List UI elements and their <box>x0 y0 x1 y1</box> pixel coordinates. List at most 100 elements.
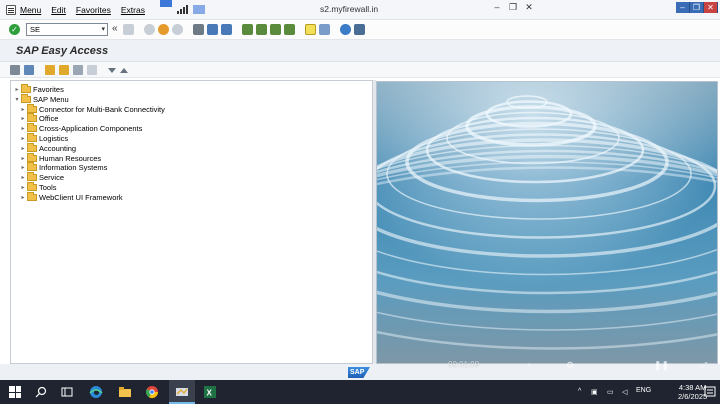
cancel-icon[interactable] <box>172 24 183 35</box>
windows-start-icon[interactable] <box>9 386 21 398</box>
status-bar: SAP <box>0 364 720 380</box>
folder-icon <box>27 123 37 133</box>
folder-icon <box>27 142 37 152</box>
tree-node[interactable]: ▸ WebClient UI Framework <box>19 191 123 202</box>
tree-node[interactable]: ▸ Tools <box>19 181 57 192</box>
tree-node[interactable]: ▸ Office <box>19 113 59 124</box>
standard-toolbar: ✓ SE « <box>0 20 720 40</box>
close-button[interactable]: ✕ <box>522 2 536 13</box>
previous-page-icon[interactable] <box>256 24 267 35</box>
expand-icon[interactable]: ▸ <box>13 86 21 93</box>
tree-node-label: Tools <box>39 182 57 192</box>
video-fullscreen-icon[interactable]: ⤢ <box>700 360 707 371</box>
language-indicator[interactable]: ENG <box>636 387 651 394</box>
first-page-icon[interactable] <box>242 24 253 35</box>
menu-bar: Menu Edit Favorites Extras <box>20 5 145 15</box>
easy-access-background-image <box>376 81 718 364</box>
move-up-icon[interactable] <box>120 67 128 73</box>
remote-minimize-button[interactable]: – <box>676 2 690 13</box>
tree-node-favorites[interactable]: ▸ Favorites <box>13 83 64 94</box>
delete-favorites-icon[interactable] <box>73 65 83 75</box>
add-to-favorites-icon[interactable] <box>59 65 69 75</box>
print-icon[interactable] <box>193 24 204 35</box>
video-pause-icon[interactable]: ❚❚ <box>654 360 669 371</box>
file-explorer-icon[interactable] <box>118 385 132 399</box>
next-page-icon[interactable] <box>270 24 281 35</box>
folder-icon <box>21 93 31 103</box>
volume-icon[interactable]: ◁ <box>622 388 627 396</box>
tree-node[interactable]: ▸ Connector for Multi-Bank Connectivity <box>19 103 165 114</box>
expand-icon[interactable]: ▸ <box>19 145 27 152</box>
folder-icon <box>27 152 37 162</box>
remote-restore-button[interactable]: ❐ <box>690 2 704 13</box>
sap-window-controls: – ❐ ✕ <box>490 2 536 13</box>
chrome-icon[interactable] <box>145 385 159 399</box>
move-down-icon[interactable] <box>108 67 116 73</box>
folder-icon <box>27 132 37 142</box>
tree-node-label: Logistics <box>39 133 69 143</box>
menu-icon[interactable] <box>6 5 16 15</box>
restore-button[interactable]: ❐ <box>506 2 520 13</box>
toolbar-icons <box>123 24 365 35</box>
search-icon[interactable] <box>34 385 48 399</box>
expand-icon[interactable]: ▸ <box>19 164 27 171</box>
expand-icon[interactable]: ▸ <box>19 184 27 191</box>
expand-icon[interactable]: ▸ <box>19 115 27 122</box>
expand-icon[interactable]: ▸ <box>19 174 27 181</box>
sap-logon-icon <box>176 388 188 396</box>
save-icon[interactable] <box>123 24 134 35</box>
minimize-button[interactable]: – <box>490 2 504 13</box>
network-icon[interactable]: ▭ <box>607 388 614 396</box>
folder-icon <box>21 83 31 93</box>
tree-node-label: Favorites <box>33 84 64 94</box>
layout-menu-icon[interactable] <box>354 24 365 35</box>
camera-icon[interactable]: ▣ <box>591 388 598 396</box>
collapse-icon[interactable]: ▾ <box>13 96 21 103</box>
back-icon[interactable] <box>144 24 155 35</box>
new-session-icon[interactable] <box>305 24 316 35</box>
remote-close-button[interactable]: ✕ <box>704 2 718 13</box>
help-icon[interactable] <box>340 24 351 35</box>
tree-node-label: Office <box>39 114 59 124</box>
find-next-icon[interactable] <box>221 24 232 35</box>
change-favorites-icon[interactable] <box>87 65 97 75</box>
edge-browser-icon[interactable] <box>89 385 103 399</box>
other-menu-icon[interactable] <box>45 65 55 75</box>
collapse-command-field-button[interactable]: « <box>112 23 118 34</box>
expand-icon[interactable]: ▸ <box>19 194 27 201</box>
tray-chevron-icon[interactable]: ^ <box>578 388 581 395</box>
excel-icon[interactable]: X <box>203 385 217 399</box>
signal-icon <box>177 5 188 14</box>
expand-icon[interactable]: ▸ <box>19 135 27 142</box>
remote-session-bar-icon <box>160 0 172 7</box>
tree-node[interactable]: ▸ Cross-Application Components <box>19 123 142 134</box>
sap-menu-icon[interactable] <box>24 65 34 75</box>
video-timecode: 00:01:09 <box>448 360 480 369</box>
command-field[interactable]: SE <box>26 23 108 36</box>
video-settings-icon[interactable]: ⚙ <box>566 360 574 371</box>
menu-item-extras[interactable]: Extras <box>121 5 145 15</box>
menu-item-edit[interactable]: Edit <box>51 5 66 15</box>
shortcut-icon[interactable] <box>319 24 330 35</box>
remote-window-controls: – ❐ ✕ <box>676 2 718 13</box>
last-page-icon[interactable] <box>284 24 295 35</box>
expand-icon[interactable]: ▸ <box>19 125 27 132</box>
tree-node-sap-menu[interactable]: ▾ SAP Menu <box>13 93 69 104</box>
notifications-icon[interactable] <box>703 385 717 399</box>
tree-node-label: WebClient UI Framework <box>39 192 123 202</box>
tree-node[interactable]: ▸ Service <box>19 172 64 183</box>
folder-icon <box>27 162 37 172</box>
exit-icon[interactable] <box>158 24 169 35</box>
folder-icon <box>27 103 37 113</box>
menu-item-menu[interactable]: Menu <box>20 5 41 15</box>
video-volume-icon[interactable]: ◔ <box>526 360 531 370</box>
title-bar: Menu Edit Favorites Extras s2.myfirewall… <box>0 0 720 20</box>
expand-icon[interactable]: ▸ <box>19 155 27 162</box>
page-title: SAP Easy Access <box>16 45 109 57</box>
expand-icon[interactable]: ▸ <box>19 106 27 113</box>
task-view-icon[interactable] <box>60 385 74 399</box>
user-menu-icon[interactable] <box>10 65 20 75</box>
menu-item-favorites[interactable]: Favorites <box>76 5 111 15</box>
find-icon[interactable] <box>207 24 218 35</box>
enter-button[interactable]: ✓ <box>9 24 20 35</box>
